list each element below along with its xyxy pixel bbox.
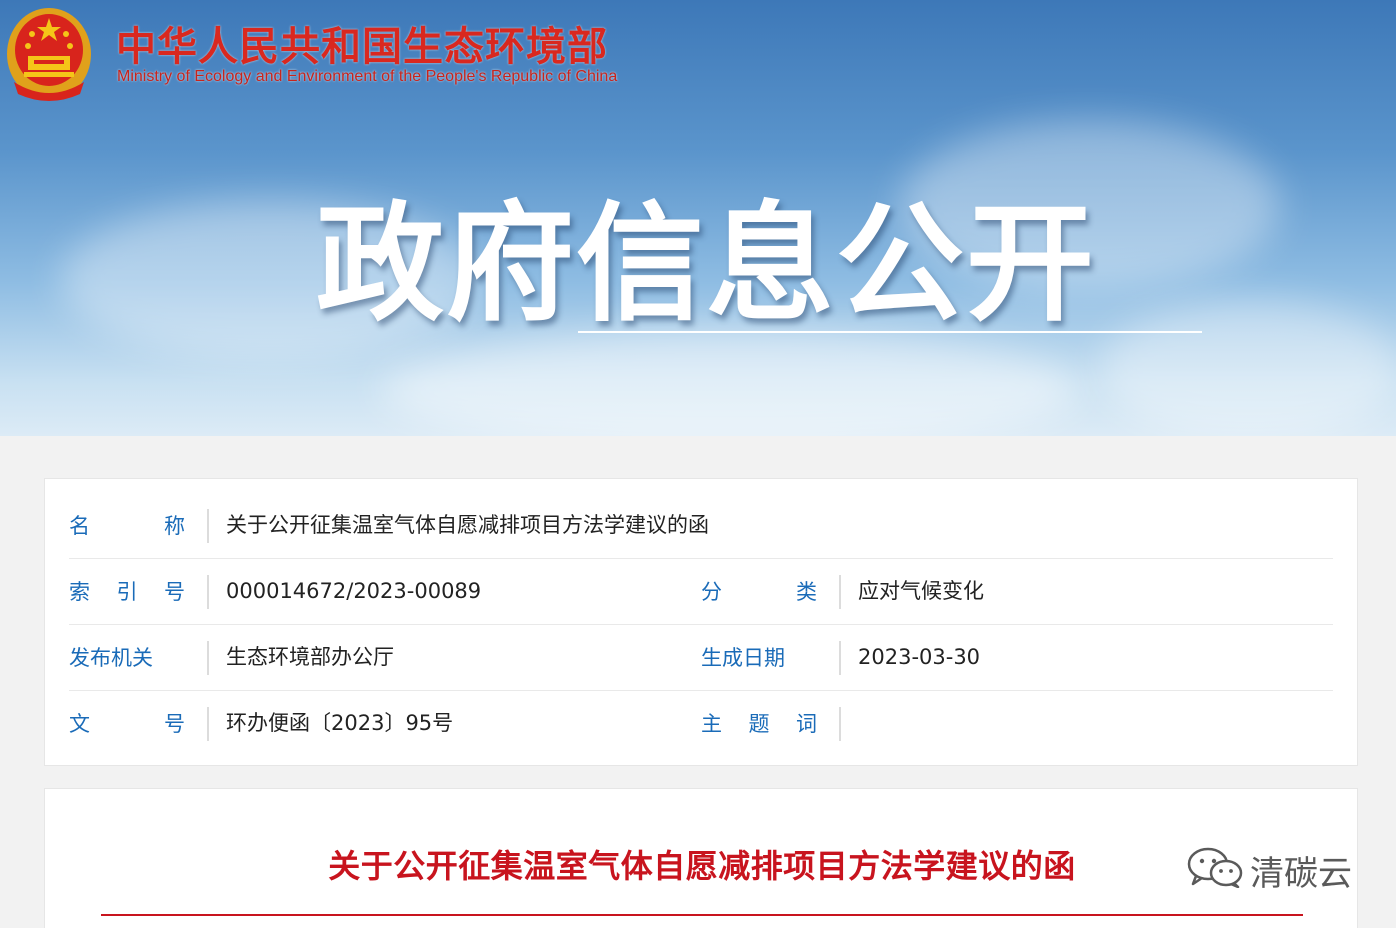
date-label: 生成日期 bbox=[701, 646, 785, 670]
label-divider bbox=[207, 509, 209, 543]
date-value: 2023-03-30 bbox=[858, 645, 981, 669]
category-value: 应对气候变化 bbox=[858, 579, 984, 603]
watermark-text: 清碳云 bbox=[1250, 854, 1352, 894]
metadata-row-name: 名 称 关于公开征集温室气体自愿减排项目方法学建议的函 bbox=[69, 493, 1333, 559]
header-banner: 中华人民共和国生态环境部 Ministry of Ecology and Env… bbox=[0, 0, 1396, 436]
label-divider bbox=[207, 575, 209, 609]
label-divider bbox=[839, 575, 841, 609]
metadata-row-issuer: 发布机关 生态环境部办公厅 生成日期 2023-03-30 bbox=[69, 625, 1333, 691]
title-divider bbox=[101, 914, 1303, 916]
label-divider bbox=[207, 707, 209, 741]
label-divider bbox=[839, 641, 841, 675]
name-value: 关于公开征集温室气体自愿减排项目方法学建议的函 bbox=[226, 513, 709, 537]
label-divider bbox=[207, 641, 209, 675]
keywords-label: 主 题 词 bbox=[701, 712, 817, 736]
article-card: 关于公开征集温室气体自愿减排项目方法学建议的函 bbox=[44, 788, 1358, 928]
metadata-row-docno: 文 号 环办便函〔2023〕95号 主 题 词 bbox=[69, 691, 1333, 757]
issuer-label: 发布机关 bbox=[69, 646, 153, 670]
ministry-name-en[interactable]: Ministry of Ecology and Environment of t… bbox=[117, 68, 617, 86]
document-metadata-card: 名 称 关于公开征集温室气体自愿减排项目方法学建议的函 索 引 号 000014… bbox=[44, 478, 1358, 766]
banner-underline bbox=[578, 331, 1202, 333]
cloud-decoration bbox=[1100, 300, 1396, 436]
issuer-value: 生态环境部办公厅 bbox=[226, 645, 394, 669]
wechat-icon bbox=[1187, 847, 1243, 888]
docno-value: 环办便函〔2023〕95号 bbox=[226, 711, 454, 735]
article-title: 关于公开征集温室气体自愿减排项目方法学建议的函 bbox=[328, 847, 1076, 885]
name-label: 名 称 bbox=[69, 514, 185, 538]
watermark: 清碳云 bbox=[1186, 842, 1356, 894]
cloud-decoration bbox=[380, 330, 1080, 436]
docno-label: 文 号 bbox=[69, 712, 185, 736]
metadata-row-index: 索 引 号 000014672/2023-00089 分 类 应对气候变化 bbox=[69, 559, 1333, 625]
national-emblem-icon[interactable] bbox=[4, 4, 94, 102]
index-value: 000014672/2023-00089 bbox=[226, 579, 482, 603]
banner-title: 政府信息公开 bbox=[316, 190, 1097, 339]
index-label: 索 引 号 bbox=[69, 580, 185, 604]
ministry-name-cn[interactable]: 中华人民共和国生态环境部 bbox=[116, 14, 608, 72]
label-divider bbox=[839, 707, 841, 741]
category-label: 分 类 bbox=[701, 580, 817, 604]
